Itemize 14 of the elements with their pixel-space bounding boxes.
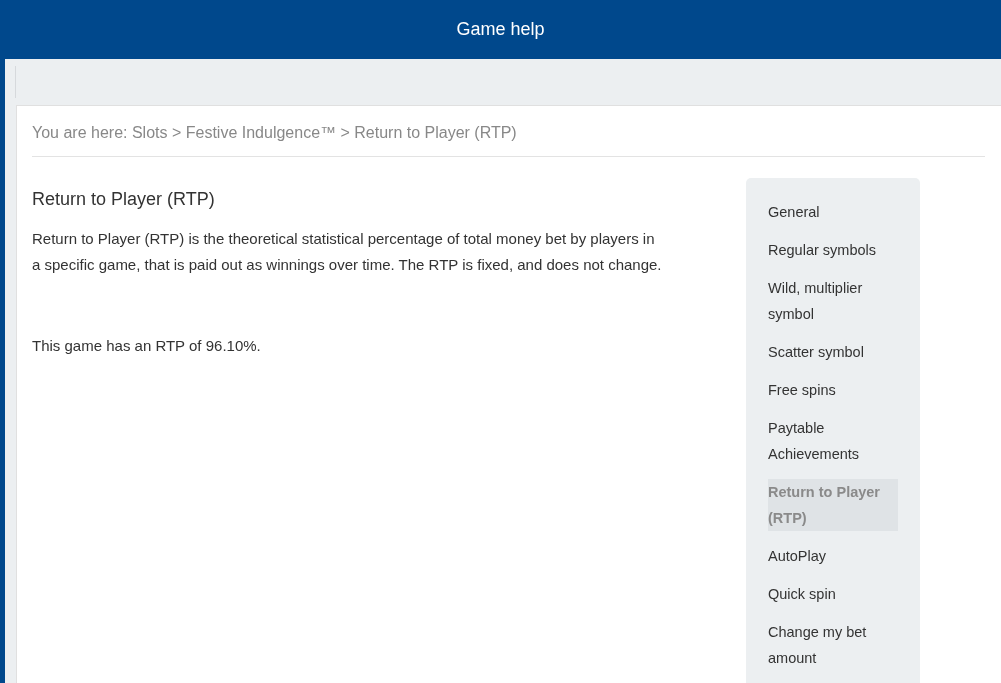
- window-title: Game help: [456, 19, 545, 40]
- article-title: Return to Player (RTP): [32, 189, 216, 210]
- sidebar-item[interactable]: Scatter symbol: [768, 339, 864, 365]
- paragraph: Return to Player (RTP) is the theoretical statistical percentage of total money bet by players in a specific game, that is paid out as winnings over time. The RTP is fixed, and does not change.: [32, 229, 663, 275]
- sidebar-item[interactable]: Free spins: [768, 377, 836, 403]
- sidebar-item[interactable]: Quick spin: [768, 581, 836, 607]
- sidebar-item[interactable]: General: [768, 199, 820, 225]
- sidebar-item[interactable]: Regular symbols: [768, 237, 876, 263]
- sidebar-item[interactable]: Wild, multiplier symbol: [768, 275, 898, 327]
- sidebar-item[interactable]: Paytable Achievements: [768, 415, 898, 467]
- sidebar-item[interactable]: AutoPlay: [768, 543, 827, 569]
- paragraph: This game has an RTP of 96.10%.: [32, 336, 262, 356]
- breadcrumb: You are here: Slots > Festive Indulgence™ > Return to Player (RTP): [32, 106, 985, 157]
- sidebar-item[interactable]: Change my bet amount: [768, 619, 898, 671]
